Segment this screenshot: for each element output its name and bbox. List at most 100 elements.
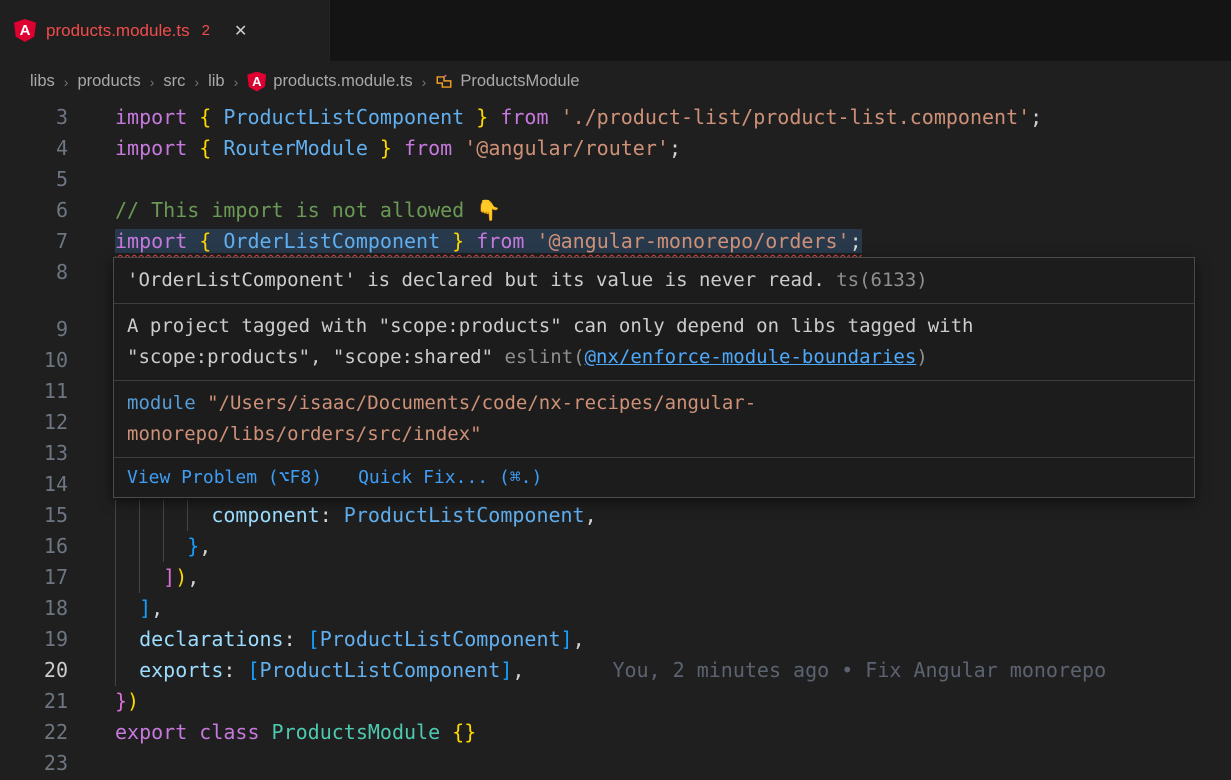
tab-title: products.module.ts [46,21,190,41]
diagnostic-text: 'OrderListComponent' is declared but its… [127,269,825,291]
indent-guide [187,500,211,531]
code-line-18[interactable]: 18], [0,593,1231,624]
module-symbol-icon [435,73,453,91]
line-content [68,314,115,345]
line-number[interactable]: 15 [0,500,68,531]
eslint-diagnostic-message: A project tagged with "scope:products" c… [114,304,1194,381]
indent-guide [115,624,139,655]
code-line-7[interactable]: 7import { OrderListComponent } from '@an… [0,226,1231,257]
view-problem-button[interactable]: View Problem (⌥F8) [127,462,322,493]
code-line-20[interactable]: 20exports: [ProductListComponent],You, 2… [0,655,1231,686]
line-content: import { ProductListComponent } from './… [68,102,1042,133]
breadcrumb-symbol-label: ProductsModule [460,72,579,91]
code-line-16[interactable]: 16}, [0,531,1231,562]
hover-action-bar: View Problem (⌥F8) Quick Fix... (⌘.) [114,458,1194,497]
code-line-23[interactable]: 23 [0,748,1231,779]
vscode-window: { "colors": { "error_red": "#f14c4c", "l… [0,0,1231,780]
line-content: // This import is not allowed 👇 [68,195,501,226]
module-declaration-info: module "/Users/isaac/Documents/code/nx-r… [114,381,1194,458]
line-number[interactable]: 18 [0,593,68,624]
eslint-source-prefix: eslint( [505,346,585,368]
line-number[interactable]: 6 [0,195,68,226]
line-number[interactable]: 19 [0,624,68,655]
line-number[interactable]: 13 [0,438,68,469]
eslint-line-2-text: "scope:products", "scope:shared" [127,346,505,368]
tab-bar: A products.module.ts 2 ✕ [0,0,1231,61]
line-content [68,748,115,779]
breadcrumb: libs › products › src › lib › A products… [0,61,1231,102]
chevron-right-icon: › [194,74,199,90]
indent-guide [139,531,163,562]
code-line-4[interactable]: 4import { RouterModule } from '@angular/… [0,133,1231,164]
line-content: ]), [68,562,199,593]
line-number[interactable]: 11 [0,376,68,407]
breadcrumb-item-symbol[interactable]: ProductsModule [435,72,579,91]
line-number[interactable]: 12 [0,407,68,438]
line-number[interactable]: 20 [0,655,68,686]
code-line-21[interactable]: 21}) [0,686,1231,717]
code-line-17[interactable]: 17]), [0,562,1231,593]
line-content: import { OrderListComponent } from '@ang… [68,226,862,257]
line-content: declarations: [ProductListComponent], [68,624,585,655]
line-number[interactable]: 10 [0,345,68,376]
line-content [68,164,115,195]
line-number[interactable]: 23 [0,748,68,779]
breadcrumb-item-file[interactable]: A products.module.ts [247,72,412,92]
quick-fix-button[interactable]: Quick Fix... (⌘.) [358,462,542,493]
indent-guide [115,500,139,531]
diagnostic-source: ts(6133) [825,269,928,291]
code-line-19[interactable]: 19declarations: [ProductListComponent], [0,624,1231,655]
line-number[interactable]: 5 [0,164,68,195]
close-icon[interactable]: ✕ [234,21,247,41]
line-number[interactable]: 8 [0,257,68,314]
eslint-rule-link[interactable]: @nx/enforce-module-boundaries [585,346,917,368]
line-content: import { RouterModule } from '@angular/r… [68,133,681,164]
line-number[interactable]: 7 [0,226,68,257]
eslint-line-1: A project tagged with "scope:products" c… [127,311,1181,342]
angular-icon: A [14,19,36,42]
line-number[interactable]: 22 [0,717,68,748]
diagnostic-hover-popup: 'OrderListComponent' is declared but its… [113,257,1195,498]
breadcrumb-file-label: products.module.ts [273,72,412,91]
line-content [68,345,115,376]
indent-guide [139,562,163,593]
line-number[interactable]: 21 [0,686,68,717]
module-path-line-2: monorepo/libs/orders/src/index" [127,423,482,445]
indent-guide [163,500,187,531]
code-line-5[interactable]: 5 [0,164,1231,195]
eslint-source-suffix: ) [916,346,927,368]
angular-icon: A [247,72,266,92]
breadcrumb-item-products[interactable]: products [77,72,140,91]
chevron-right-icon: › [422,74,427,90]
line-number[interactable]: 17 [0,562,68,593]
code-line-3[interactable]: 3import { ProductListComponent } from '.… [0,102,1231,133]
breadcrumb-item-libs[interactable]: libs [30,72,55,91]
eslint-line-2: "scope:products", "scope:shared" eslint(… [127,342,1181,373]
tab-products-module[interactable]: A products.module.ts 2 ✕ [0,0,330,61]
tab-error-count-badge: 2 [202,22,210,39]
breadcrumb-item-src[interactable]: src [163,72,185,91]
module-keyword: module [127,392,207,414]
line-content [68,469,115,500]
code-line-6[interactable]: 6// This import is not allowed 👇 [0,195,1231,226]
line-content [68,257,115,314]
line-content [68,407,115,438]
indent-guide [115,531,139,562]
line-content: }, [68,531,211,562]
breadcrumb-item-lib[interactable]: lib [208,72,225,91]
line-content: export class ProductsModule {} [68,717,476,748]
module-path-line-1: "/Users/isaac/Documents/code/nx-recipes/… [207,392,756,414]
code-line-15[interactable]: 15component: ProductListComponent, [0,500,1231,531]
line-content [68,438,115,469]
line-content [68,376,115,407]
indent-guide [115,562,139,593]
line-number[interactable]: 16 [0,531,68,562]
code-line-22[interactable]: 22export class ProductsModule {} [0,717,1231,748]
line-number[interactable]: 14 [0,469,68,500]
line-number[interactable]: 9 [0,314,68,345]
indent-guide [115,593,139,624]
line-content: exports: [ProductListComponent],You, 2 m… [68,655,1106,686]
line-number[interactable]: 4 [0,133,68,164]
chevron-right-icon: › [150,74,155,90]
line-number[interactable]: 3 [0,102,68,133]
